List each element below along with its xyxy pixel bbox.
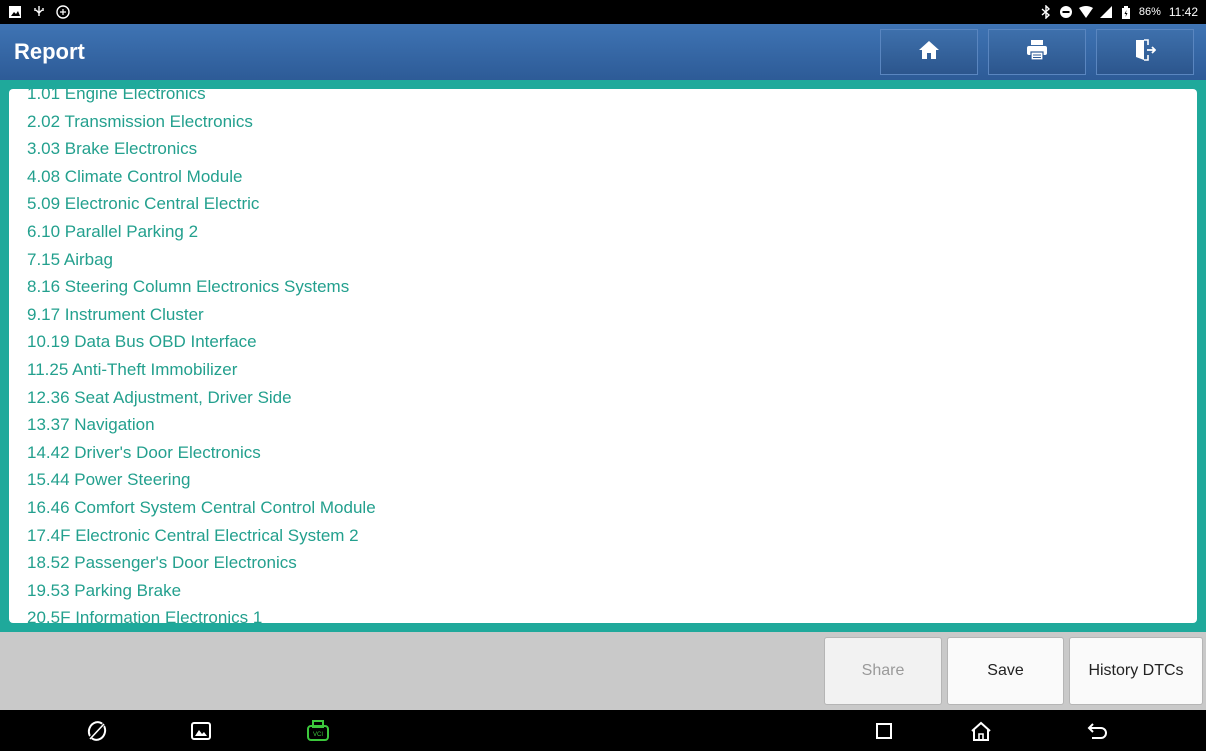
bluetooth-icon — [1039, 5, 1053, 19]
signal-icon — [1099, 5, 1113, 19]
vci-status-icon — [56, 5, 70, 19]
report-list-item[interactable]: 2.02 Transmission Electronics — [27, 108, 376, 136]
report-list-item[interactable]: 18.52 Passenger's Door Electronics — [27, 549, 376, 577]
report-list-item[interactable]: 5.09 Electronic Central Electric — [27, 190, 376, 218]
report-list-item[interactable]: 1.01 Engine Electronics — [27, 89, 376, 108]
report-panel[interactable]: 1.01 Engine Electronics 2.02 Transmission… — [9, 89, 1197, 623]
share-button[interactable]: Share — [824, 637, 942, 705]
report-list-item[interactable]: 3.03 Brake Electronics — [27, 135, 376, 163]
report-list-item[interactable]: 17.4F Electronic Central Electrical Syst… — [27, 522, 376, 550]
battery-icon — [1119, 5, 1133, 19]
back-icon[interactable] — [1085, 718, 1111, 744]
report-list-item[interactable]: 20.5F Information Electronics 1 — [27, 604, 376, 623]
app-bar: Report — [0, 24, 1206, 80]
browser-icon[interactable] — [84, 718, 110, 744]
history-dtcs-button[interactable]: History DTCs — [1069, 637, 1203, 705]
exit-icon — [1134, 38, 1157, 66]
battery-level: 86% — [1138, 6, 1161, 18]
report-list-item[interactable]: 4.08 Climate Control Module — [27, 163, 376, 191]
report-list-item[interactable]: 7.15 Airbag — [27, 246, 376, 274]
status-bar: 86% 11:42 — [0, 0, 1206, 24]
report-list-item[interactable]: 16.46 Comfort System Central Control Mod… — [27, 494, 376, 522]
report-list-item[interactable]: 10.19 Data Bus OBD Interface — [27, 328, 376, 356]
save-button[interactable]: Save — [947, 637, 1064, 705]
usb-icon — [32, 5, 46, 19]
report-list-item[interactable]: 6.10 Parallel Parking 2 — [27, 218, 376, 246]
clock: 11:42 — [1168, 5, 1198, 19]
do-not-disturb-icon — [1059, 5, 1073, 19]
print-icon — [1026, 39, 1048, 66]
content-frame: 1.01 Engine Electronics 2.02 Transmission… — [0, 80, 1206, 632]
report-list-item[interactable]: 13.37 Navigation — [27, 411, 376, 439]
report-list-item[interactable]: 8.16 Steering Column Electronics Systems — [27, 273, 376, 301]
page-title: Report — [14, 39, 85, 64]
notification-image-icon — [8, 5, 22, 19]
report-list-item[interactable]: 11.25 Anti-Theft Immobilizer — [27, 356, 376, 384]
report-list-item[interactable]: 12.36 Seat Adjustment, Driver Side — [27, 384, 376, 412]
exit-button[interactable] — [1096, 29, 1194, 75]
svg-text:VCI: VCI — [313, 732, 323, 738]
home-button[interactable] — [880, 29, 978, 75]
report-list: 1.01 Engine Electronics 2.02 Transmission… — [27, 89, 376, 623]
report-list-item[interactable]: 19.53 Parking Brake — [27, 577, 376, 605]
report-list-item[interactable]: 14.42 Driver's Door Electronics — [27, 439, 376, 467]
report-list-item[interactable]: 15.44 Power Steering — [27, 466, 376, 494]
footer-bar: Share Save History DTCs — [0, 632, 1206, 710]
report-list-item[interactable]: 9.17 Instrument Cluster — [27, 301, 376, 329]
system-nav-bar: VCI — [0, 710, 1206, 751]
home-nav-icon[interactable] — [968, 718, 994, 744]
print-button[interactable] — [988, 29, 1086, 75]
wifi-icon — [1078, 5, 1093, 19]
vci-icon[interactable]: VCI — [305, 718, 331, 744]
recent-apps-icon[interactable] — [871, 718, 897, 744]
home-icon — [918, 40, 940, 65]
gallery-icon[interactable] — [188, 718, 214, 744]
